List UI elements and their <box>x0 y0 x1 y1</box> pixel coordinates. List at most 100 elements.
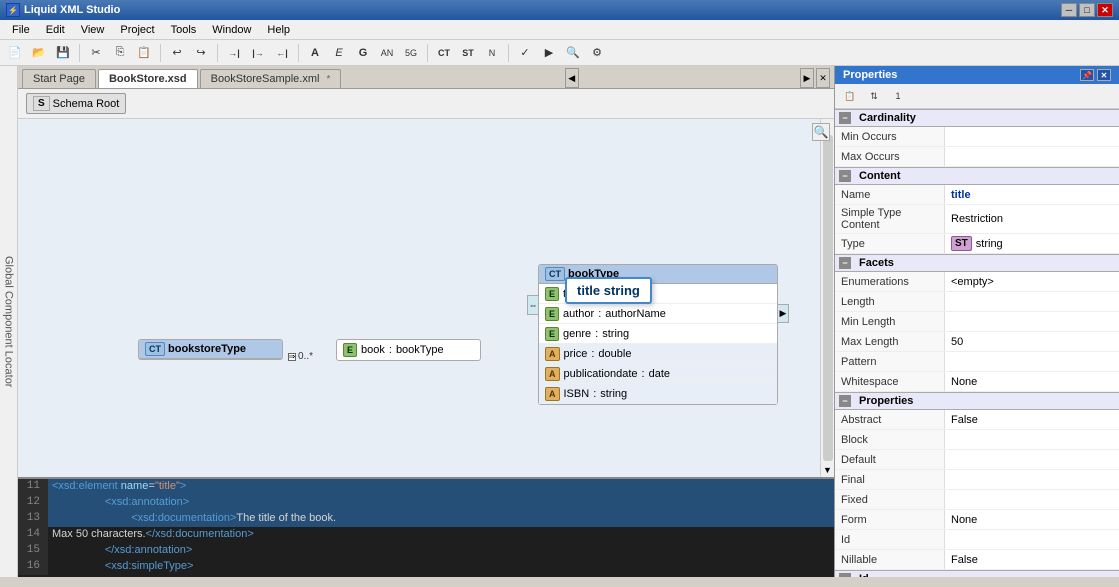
props-pin-btn[interactable]: 📌 <box>1080 69 1094 81</box>
props-btn-sort[interactable]: ⇅ <box>863 86 885 106</box>
tb-open[interactable]: 📂 <box>28 43 50 63</box>
tb-validate[interactable]: ✓ <box>514 43 536 63</box>
tab-bookstore-xml[interactable]: BookStoreSample.xml * <box>200 69 342 88</box>
genre-row[interactable]: E genre : string <box>539 324 777 344</box>
isbn-attr-row[interactable]: A ISBN : string <box>539 384 777 404</box>
name-prop-value[interactable]: title <box>945 185 1119 204</box>
price-attr-row[interactable]: A price : double <box>539 344 777 364</box>
tb-sep1 <box>79 44 80 62</box>
props-btn-1[interactable]: 📋 <box>839 86 861 106</box>
props-btn-3[interactable]: 1 <box>887 86 909 106</box>
pattern-value[interactable] <box>945 352 1119 371</box>
tb-btn2[interactable]: |→ <box>247 43 269 63</box>
menu-window[interactable]: Window <box>204 22 259 38</box>
code-line-12: 12 <xsd:annotation> <box>18 495 834 511</box>
bookstore-type-header[interactable]: CT bookstoreType <box>139 340 282 359</box>
author-expand-icon[interactable]: ▶ <box>777 304 789 323</box>
min-length-value[interactable] <box>945 312 1119 331</box>
props-title-controls: 📌 ✕ <box>1080 69 1111 81</box>
max-length-name: Max Length <box>835 332 945 351</box>
menu-tools[interactable]: Tools <box>163 22 205 38</box>
min-occurs-value[interactable] <box>945 127 1119 146</box>
vertical-scrollbar[interactable]: ▲ ▼ <box>820 119 834 477</box>
simple-type-value[interactable]: Restriction <box>945 205 1119 233</box>
tab-close-all[interactable]: ✕ <box>816 68 830 88</box>
default-value[interactable] <box>945 450 1119 469</box>
tb-undo[interactable]: ↩ <box>166 43 188 63</box>
tb-run[interactable]: ▶ <box>538 43 560 63</box>
block-value[interactable] <box>945 430 1119 449</box>
maximize-button[interactable]: □ <box>1079 3 1095 17</box>
tab-nav-right[interactable]: ▶ <box>800 68 814 88</box>
props-close-btn[interactable]: ✕ <box>1097 69 1111 81</box>
section-content[interactable]: − Content <box>835 167 1119 185</box>
author-type-bt: authorName <box>605 308 666 320</box>
max-length-value[interactable]: 50 <box>945 332 1119 351</box>
author-type-row[interactable]: E author : authorName ▶ <box>539 304 777 324</box>
tab-start-page[interactable]: Start Page <box>22 69 96 88</box>
whitespace-value[interactable]: None <box>945 372 1119 391</box>
left-sidebar: Global Component Locator <box>0 66 18 577</box>
menu-project[interactable]: Project <box>112 22 162 38</box>
tb-cut[interactable]: ✂ <box>85 43 107 63</box>
schema-root-breadcrumb[interactable]: S Schema Root <box>26 93 126 114</box>
tb-st[interactable]: ST <box>457 43 479 63</box>
form-row: Form None <box>835 510 1119 530</box>
tb-g[interactable]: G <box>352 43 374 63</box>
book-row[interactable]: E book : bookType <box>337 340 480 360</box>
nillable-value[interactable]: False <box>945 550 1119 569</box>
final-value[interactable] <box>945 470 1119 489</box>
tb-paste[interactable]: 📋 <box>133 43 155 63</box>
fixed-value[interactable] <box>945 490 1119 509</box>
type-prop-value[interactable]: ST string <box>945 234 1119 253</box>
close-button[interactable]: ✕ <box>1097 3 1113 17</box>
bookstore-type-badge: CT <box>145 342 165 356</box>
tb-btn3[interactable]: ←| <box>271 43 293 63</box>
line-num-14: 14 <box>18 527 48 543</box>
sidebar-label: Global Component Locator <box>3 256 15 387</box>
length-value[interactable] <box>945 292 1119 311</box>
abstract-name: Abstract <box>835 410 945 429</box>
scroll-down-btn[interactable]: ▼ <box>821 463 834 477</box>
tb-btn1[interactable]: →| <box>223 43 245 63</box>
id-value[interactable] <box>945 530 1119 549</box>
tb-an[interactable]: AN <box>376 43 398 63</box>
menu-file[interactable]: File <box>4 22 38 38</box>
menu-bar: File Edit View Project Tools Window Help <box>0 20 1119 40</box>
form-value[interactable]: None <box>945 510 1119 529</box>
tb-search[interactable]: 🔍 <box>562 43 584 63</box>
enumerations-value[interactable]: <empty> <box>945 272 1119 291</box>
whitespace-name: Whitespace <box>835 372 945 391</box>
tb-sep6 <box>508 44 509 62</box>
section-properties[interactable]: − Properties <box>835 392 1119 410</box>
tb-new[interactable]: 📄 <box>4 43 26 63</box>
line-content-13: <xsd:documentation>The title of the book… <box>48 511 834 527</box>
tb-n[interactable]: N <box>481 43 503 63</box>
menu-edit[interactable]: Edit <box>38 22 73 38</box>
tb-56[interactable]: 5G <box>400 43 422 63</box>
section-facets[interactable]: − Facets <box>835 254 1119 272</box>
tb-em[interactable]: E <box>328 43 350 63</box>
tb-save[interactable]: 💾 <box>52 43 74 63</box>
tab-nav-left[interactable]: ◀ <box>565 68 579 88</box>
tb-redo[interactable]: ↪ <box>190 43 212 63</box>
abstract-value[interactable]: False <box>945 410 1119 429</box>
tab-bookstore-xsd[interactable]: BookStore.xsd <box>98 69 198 88</box>
section-cardinality[interactable]: − Cardinality <box>835 109 1119 127</box>
book-type: bookType <box>396 344 444 356</box>
fixed-name: Fixed <box>835 490 945 509</box>
zoom-button[interactable]: 🔍 <box>812 123 830 141</box>
code-line-11: 11 <xsd:element name="title"> <box>18 479 834 495</box>
tb-ct[interactable]: CT <box>433 43 455 63</box>
block-name: Block <box>835 430 945 449</box>
tb-bold[interactable]: A <box>304 43 326 63</box>
pubdate-attr-row[interactable]: A publicationdate : date <box>539 364 777 384</box>
section-id[interactable]: − Id <box>835 570 1119 577</box>
tb-copy[interactable]: ⎘ <box>109 43 131 63</box>
title-string-label: title string <box>565 277 652 304</box>
menu-view[interactable]: View <box>73 22 113 38</box>
menu-help[interactable]: Help <box>259 22 298 38</box>
max-occurs-value[interactable] <box>945 147 1119 166</box>
tb-settings[interactable]: ⚙ <box>586 43 608 63</box>
minimize-button[interactable]: ─ <box>1061 3 1077 17</box>
